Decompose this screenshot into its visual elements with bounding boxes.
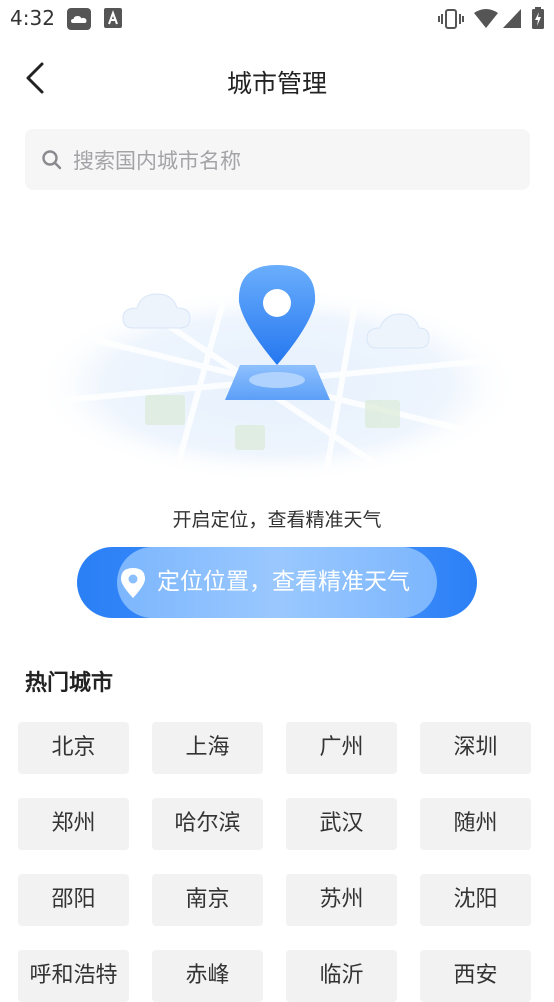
city-chip[interactable]: 武汉 [286, 798, 397, 850]
city-chip[interactable]: 广州 [286, 722, 397, 774]
vibrate-icon [438, 9, 464, 33]
city-chip[interactable]: 苏州 [286, 874, 397, 926]
city-chip[interactable]: 西安 [420, 950, 531, 1002]
notification-a-icon [104, 8, 122, 32]
page-title: 城市管理 [226, 69, 327, 98]
city-chip[interactable]: 郑州 [18, 798, 129, 850]
header: 城市管理 [0, 50, 554, 110]
city-chip[interactable]: 上海 [152, 722, 263, 774]
wifi-icon [474, 9, 498, 33]
city-chip[interactable]: 呼和浩特 [18, 950, 129, 1002]
locate-hint-text: 开启定位，查看精准天气 [172, 509, 382, 531]
search-box[interactable] [25, 129, 530, 192]
city-chip[interactable]: 临沂 [286, 950, 397, 1002]
status-bar: 4:32 [0, 0, 554, 38]
city-chip[interactable]: 北京 [18, 722, 129, 774]
locate-button-label: 定位位置，查看精准天气 [157, 569, 410, 595]
city-chip[interactable]: 深圳 [420, 722, 531, 774]
city-chip[interactable]: 赤峰 [152, 950, 263, 1002]
search-icon [41, 149, 63, 175]
battery-charging-icon [532, 7, 544, 33]
location-pin-icon [120, 567, 146, 603]
hot-cities-title: 热门城市 [25, 671, 114, 696]
city-chip[interactable]: 邵阳 [18, 874, 129, 926]
signal-icon [503, 9, 521, 33]
city-chip[interactable]: 南京 [152, 874, 263, 926]
search-input[interactable] [71, 129, 515, 192]
locate-button[interactable]: 定位位置，查看精准天气 [77, 547, 477, 618]
city-chip[interactable]: 哈尔滨 [152, 798, 263, 850]
city-chip[interactable]: 随州 [420, 798, 531, 850]
location-illustration [25, 250, 530, 500]
city-chip[interactable]: 沈阳 [420, 874, 531, 926]
weather-app-icon [67, 8, 91, 34]
status-time: 4:32 [10, 6, 55, 30]
